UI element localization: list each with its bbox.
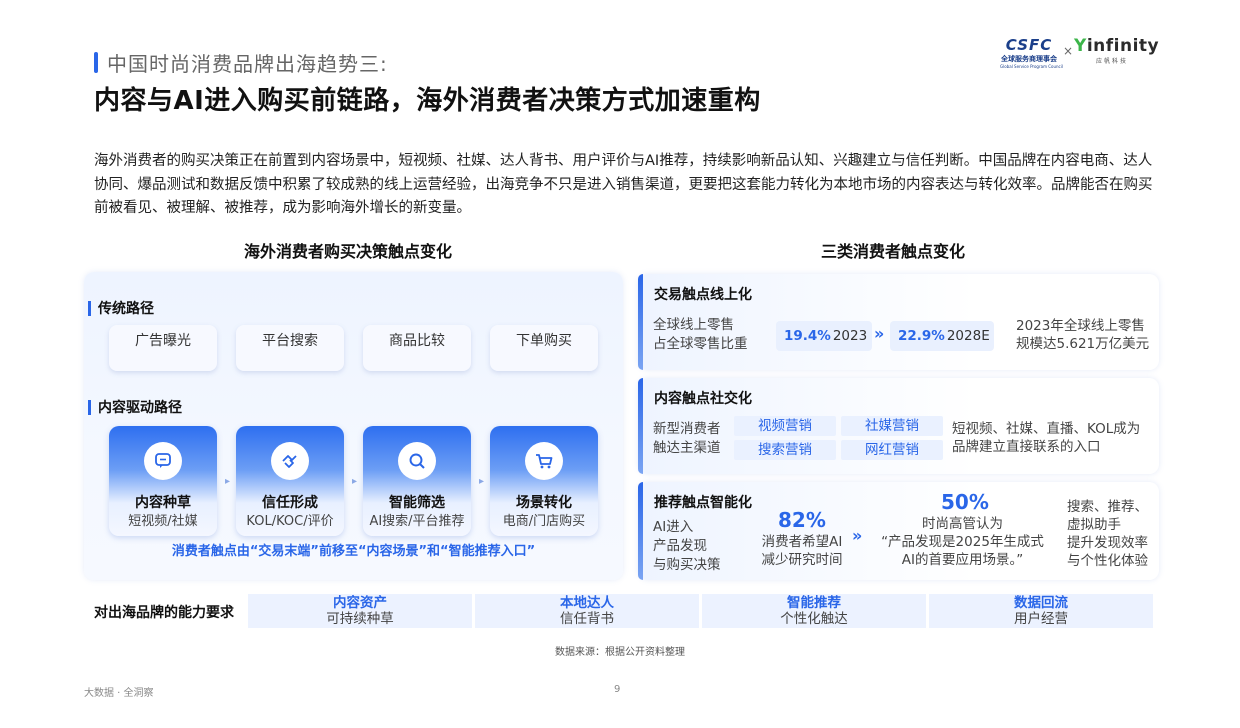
page-title: 内容与AI进入购买前链路，海外消费者决策方式加速重构 — [94, 86, 761, 116]
transaction-touchpoint-card: 交易触点线上化 全球线上零售 占全球零售比重 19.4% 2023 » 22.9%… — [638, 274, 1159, 370]
step-arrow-icon: ▸ — [479, 476, 485, 487]
traditional-step: 广告曝光 — [109, 325, 217, 371]
logo-separator: × — [1063, 44, 1074, 58]
footer-tagline: 大数据 · 全洞察 — [84, 688, 154, 699]
csfc-logo: CSFC 全球服务商理事会 Global Service Program Cou… — [1000, 36, 1063, 69]
traditional-step: 下单购买 — [490, 325, 598, 371]
traditional-step: 商品比较 — [363, 325, 471, 371]
right-section-title: 三类消费者触点变化 — [821, 242, 966, 261]
ai-stat-50: 50% — [941, 490, 989, 514]
content-step-card: 场景转化 电商/门店购买 — [490, 426, 598, 536]
partner-logos: CSFC 全球服务商理事会 Global Service Program Cou… — [1000, 36, 1160, 70]
marketing-tag: 社媒营销 — [841, 416, 943, 436]
online-share-2028e: 22.9% 2028E — [890, 321, 994, 351]
capability-item: 智能推荐 个性化触达 — [702, 594, 926, 628]
chat-icon — [144, 442, 182, 480]
content-touchpoint-card: 内容触点社交化 新型消费者 触达主渠道 视频营销 社媒营销 搜索营销 网红营销 … — [638, 378, 1159, 474]
ai-stat-82: 82% — [778, 508, 826, 532]
traditional-step: 平台搜索 — [236, 325, 344, 371]
data-source: 数据来源：根据公开资料整理 — [555, 647, 685, 658]
marketing-tag: 视频营销 — [734, 416, 836, 436]
capability-item: 本地达人 信任背书 — [475, 594, 699, 628]
content-step-card: 智能筛选 AI搜索/平台推荐 — [363, 426, 471, 536]
traditional-path-label: 传统路径 — [88, 298, 154, 318]
search-icon — [398, 442, 436, 480]
double-chevron-icon: » — [852, 526, 863, 545]
online-share-2023: 19.4% 2023 — [776, 321, 872, 351]
intro-paragraph: 海外消费者的购买决策正在前置到内容场景中，短视频、社媒、达人背书、用户评价与AI… — [94, 153, 1153, 216]
marketing-tag: 网红营销 — [841, 440, 943, 460]
double-chevron-icon: » — [874, 324, 885, 343]
capability-item: 数据回流 用户经营 — [929, 594, 1153, 628]
page-number: 9 — [614, 684, 621, 695]
step-arrow-icon: ▸ — [352, 476, 358, 487]
recommendation-touchpoint-card: 推荐触点智能化 AI进入 产品发现 与购买决策 82% 消费者希望AI 减少研究… — [638, 482, 1159, 580]
page-kicker: 中国时尚消费品牌出海趋势三: — [107, 52, 388, 76]
cart-icon — [525, 442, 563, 480]
marketing-tag: 搜索营销 — [734, 440, 836, 460]
touchpoint-caption: 消费者触点由“交易末端”前移至“内容场景”和“智能推荐入口” — [171, 544, 536, 559]
content-step-card: 内容种草 短视频/社媒 — [109, 426, 217, 536]
left-section-title: 海外消费者购买决策触点变化 — [244, 242, 453, 261]
content-step-card: 信任形成 KOL/KOC/评价 — [236, 426, 344, 536]
capability-label: 对出海品牌的能力要求 — [94, 605, 234, 621]
content-path-label: 内容驱动路径 — [88, 397, 182, 417]
step-arrow-icon: ▸ — [225, 476, 231, 487]
title-accent-bar — [94, 52, 98, 73]
infinity-logo: Yinfinity 应帆科技 — [1074, 36, 1160, 65]
handshake-icon — [271, 442, 309, 480]
capability-item: 内容资产 可持续种草 — [248, 594, 472, 628]
